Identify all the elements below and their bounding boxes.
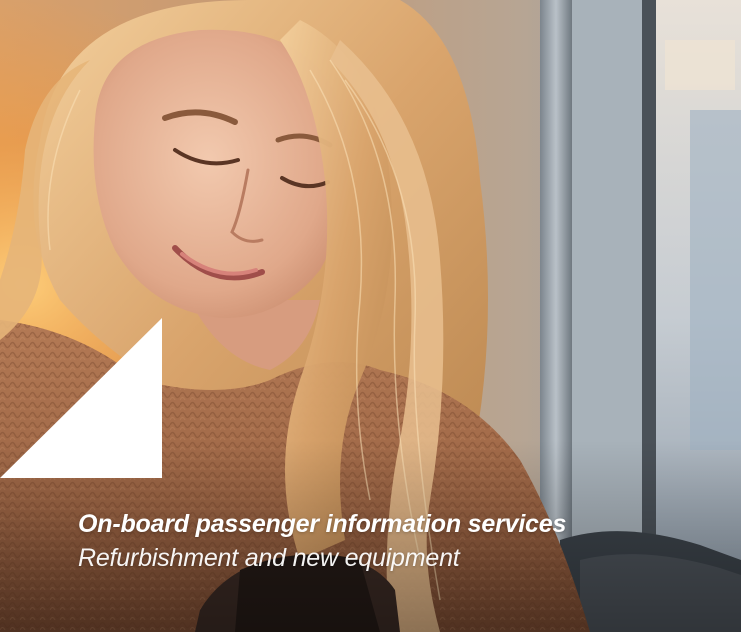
- hero-caption: On-board passenger information services …: [78, 507, 721, 575]
- brand-triangle-shape: [0, 318, 162, 478]
- hero-title: On-board passenger information services: [78, 510, 567, 538]
- hero-subtitle: Refurbishment and new equipment: [78, 544, 460, 572]
- hero-banner: On-board passenger information services …: [0, 0, 741, 632]
